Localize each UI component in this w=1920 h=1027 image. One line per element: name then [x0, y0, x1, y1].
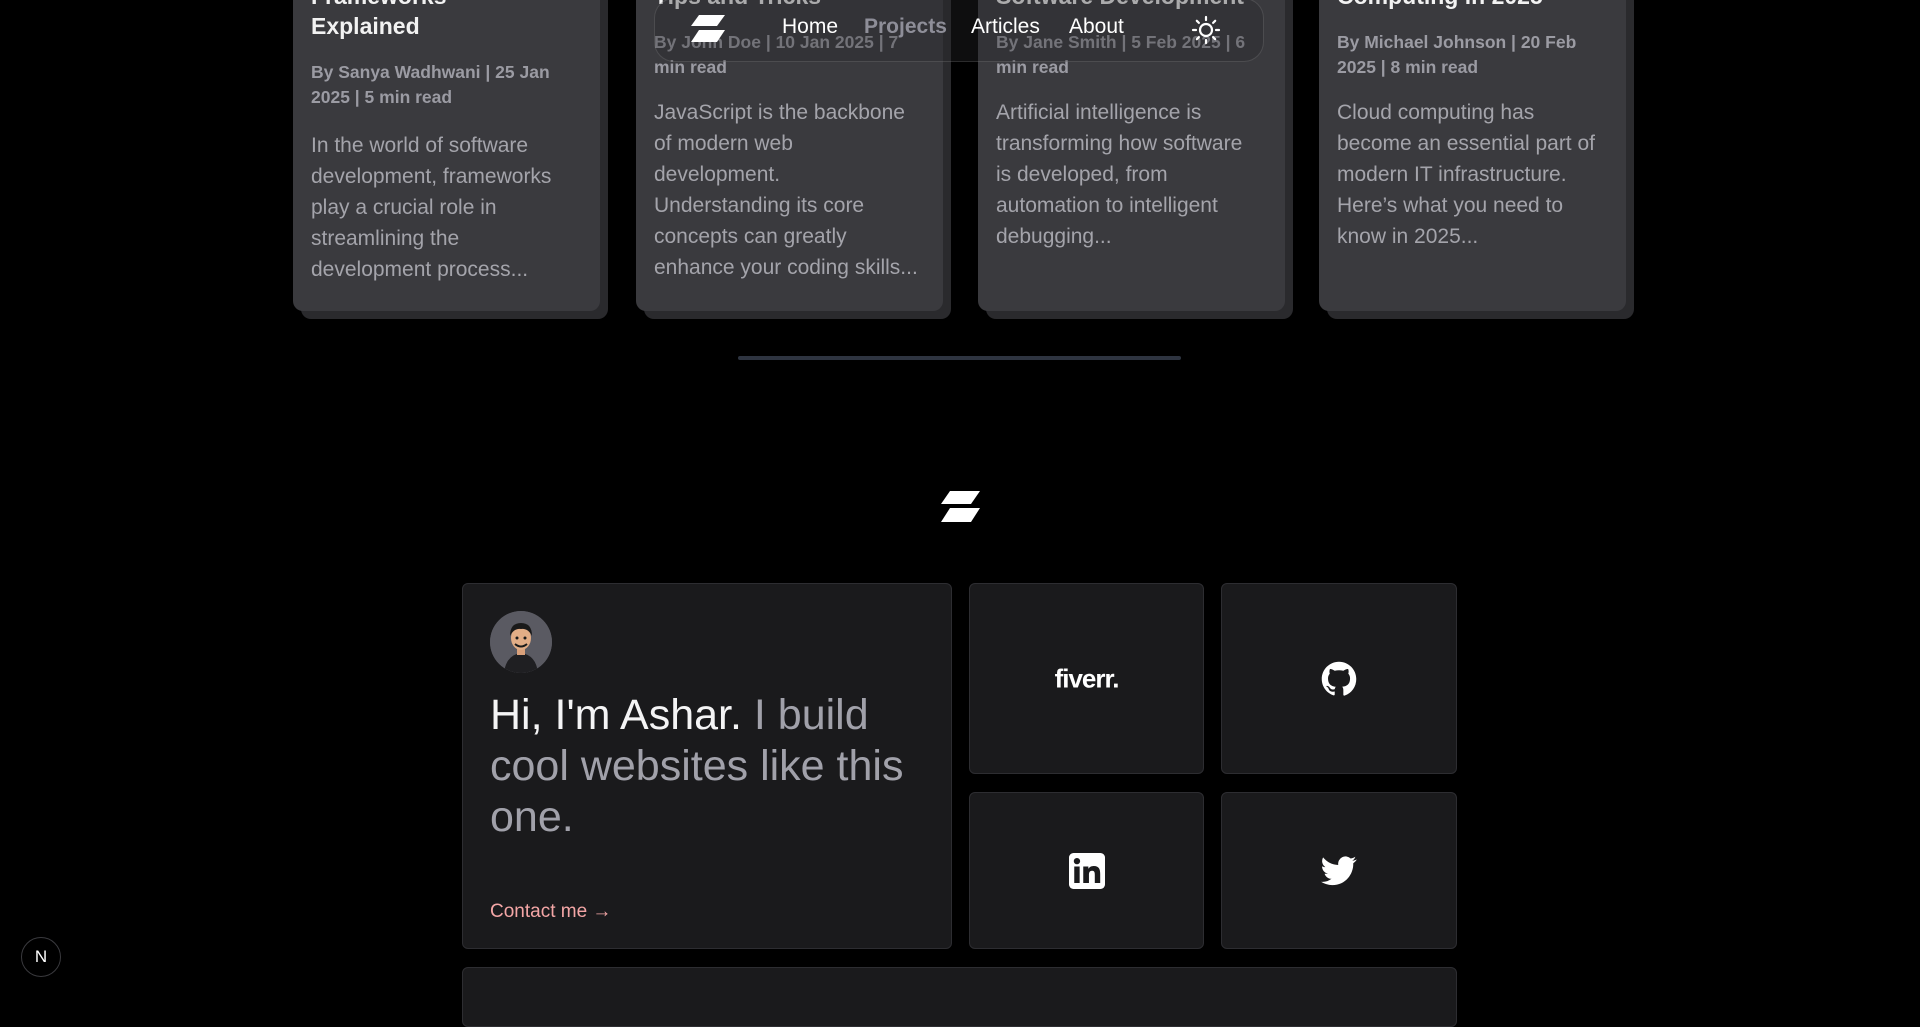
- linkedin-icon: [1068, 852, 1105, 889]
- nav-home[interactable]: Home: [782, 15, 838, 39]
- next-section-card: [462, 967, 1457, 1027]
- twitter-tile[interactable]: [1221, 792, 1457, 949]
- github-tile[interactable]: [1221, 583, 1457, 774]
- hero-heading-line-2: cool websites like this: [490, 742, 904, 790]
- fiverr-logo: fiverr.: [1054, 663, 1120, 693]
- nav-about[interactable]: About: [1069, 15, 1124, 39]
- article-excerpt: In the world of software development, fr…: [311, 134, 552, 281]
- contact-link[interactable]: Contact me →: [490, 901, 611, 923]
- twitter-icon: [1321, 855, 1357, 885]
- article-excerpt: Cloud computing has become an essential …: [1337, 101, 1595, 248]
- hero-heading-line-1: Hi, I'm Ashar. I build: [490, 691, 869, 739]
- article-excerpt: Artificial intelligence is transforming …: [996, 101, 1243, 248]
- article-card-1[interactable]: Engineering Frameworks Explained By Sany…: [293, 0, 600, 311]
- dev-indicator-label: N: [34, 947, 48, 966]
- fiverr-tile[interactable]: fiverr.: [969, 583, 1204, 774]
- navbar: Home Projects Articles About: [654, 0, 1264, 62]
- github-icon: [1321, 661, 1357, 696]
- article-title: Engineering Frameworks Explained: [311, 0, 447, 39]
- dev-indicator-badge[interactable]: N: [21, 937, 61, 977]
- logo-icon: [941, 491, 980, 522]
- hero-heading-line-3: one.: [490, 793, 574, 841]
- sun-icon[interactable]: [1191, 15, 1221, 45]
- logo-icon[interactable]: [689, 15, 727, 43]
- section-divider: [738, 356, 1181, 360]
- article-meta: By Michael Johnson | 20 Feb 2025 | 8 min…: [1337, 32, 1577, 77]
- article-excerpt: JavaScript is the backbone of modern web…: [654, 101, 918, 279]
- nav-articles[interactable]: Articles: [971, 15, 1040, 39]
- article-meta: By Sanya Wadhwani | 25 Jan 2025 | 5 min …: [311, 62, 550, 107]
- article-card-4[interactable]: Computing in 2025 By Michael Johnson | 2…: [1319, 0, 1626, 311]
- avatar: [490, 611, 552, 673]
- nav-projects[interactable]: Projects: [864, 15, 947, 39]
- intro-card: Hi, I'm Ashar. I build cool websites lik…: [462, 583, 952, 949]
- linkedin-tile[interactable]: [969, 792, 1204, 949]
- article-title: Computing in 2025: [1337, 0, 1608, 11]
